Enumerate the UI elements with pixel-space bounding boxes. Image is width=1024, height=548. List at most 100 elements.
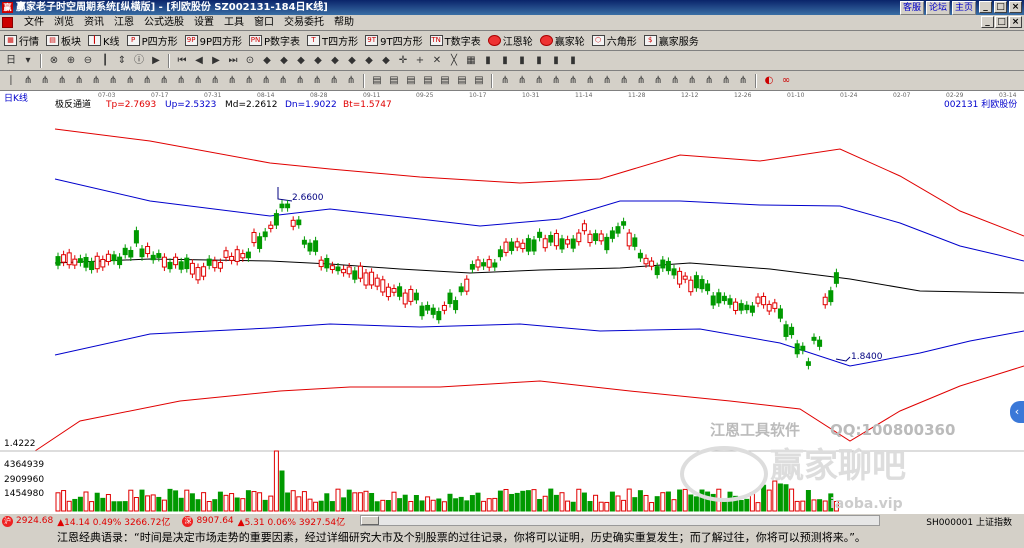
- mdi-maximize-button[interactable]: □: [995, 16, 1008, 28]
- menu-formula[interactable]: 公式选股: [139, 16, 189, 30]
- fan-icon[interactable]: ⋔: [225, 74, 239, 88]
- document-icon[interactable]: [2, 17, 13, 28]
- kline-chart[interactable]: 07-03 07-17 07-31 08-14 08-28 09-11 09-25 10-17…: [0, 91, 1024, 513]
- table-icon[interactable]: ▤: [387, 74, 401, 88]
- fan-icon[interactable]: ⋔: [617, 74, 631, 88]
- minimize-button[interactable]: _: [979, 1, 992, 13]
- first-icon[interactable]: ⏮: [175, 54, 189, 68]
- side-arrow-icon[interactable]: ‹: [1010, 401, 1024, 423]
- menu-tools[interactable]: 工具: [219, 16, 249, 30]
- close-button[interactable]: ×: [1009, 1, 1022, 13]
- link-service[interactable]: 客服: [899, 1, 924, 15]
- table-icon[interactable]: ▤: [438, 74, 452, 88]
- toolbar-p-table-button[interactable]: PN P数字表: [249, 33, 300, 48]
- close-icon[interactable]: ✕: [430, 54, 444, 68]
- fan-icon[interactable]: ⋔: [276, 74, 290, 88]
- toolbar-winner-wheel-button[interactable]: 赢家轮: [539, 33, 585, 48]
- diamond-icon[interactable]: ◆: [294, 54, 308, 68]
- fan-icon[interactable]: ⋔: [327, 74, 341, 88]
- chart-scrollbar[interactable]: [360, 515, 880, 526]
- arrow-icon[interactable]: ▶: [149, 54, 163, 68]
- fan-icon[interactable]: ⋔: [532, 74, 546, 88]
- fan-icon[interactable]: ⋔: [208, 74, 222, 88]
- toolbar-9t-square-button[interactable]: 9T 9T四方形: [365, 33, 423, 48]
- fan-icon[interactable]: ⋔: [310, 74, 324, 88]
- fan-icon[interactable]: ⋔: [157, 74, 171, 88]
- fan-icon[interactable]: ⋔: [242, 74, 256, 88]
- toolbar-p-square-button[interactable]: P P四方形: [126, 33, 178, 48]
- grid-icon[interactable]: ▦: [464, 54, 478, 68]
- candle-icon[interactable]: ┃: [98, 54, 112, 68]
- fan-icon[interactable]: ⋔: [668, 74, 682, 88]
- menu-window[interactable]: 窗口: [249, 16, 279, 30]
- fan-icon[interactable]: ⋔: [21, 74, 35, 88]
- fan-icon[interactable]: ⋔: [72, 74, 86, 88]
- fan-icon[interactable]: ⋔: [719, 74, 733, 88]
- link-home[interactable]: 主页: [951, 1, 976, 15]
- table-icon[interactable]: ▤: [404, 74, 418, 88]
- fan-icon[interactable]: ⋔: [651, 74, 665, 88]
- link-forum[interactable]: 论坛: [925, 1, 950, 15]
- toolbar-market-button[interactable]: ▦ 行情: [4, 33, 39, 48]
- toolbar-blocks-button[interactable]: ▤ 板块: [46, 33, 81, 48]
- diamond-icon[interactable]: ◆: [311, 54, 325, 68]
- next-icon[interactable]: ▶: [209, 54, 223, 68]
- fan-icon[interactable]: ⋔: [549, 74, 563, 88]
- fan-icon[interactable]: ⋔: [106, 74, 120, 88]
- bar-icon[interactable]: ▮: [481, 54, 495, 68]
- mdi-minimize-button[interactable]: _: [981, 16, 994, 28]
- fan-icon[interactable]: ⋔: [566, 74, 580, 88]
- table-icon[interactable]: ▤: [421, 74, 435, 88]
- toolbar-hexagon-button[interactable]: ⬡ 六角形: [591, 33, 637, 48]
- bar-icon[interactable]: ▮: [566, 54, 580, 68]
- up-down-icon[interactable]: ⇕: [115, 54, 129, 68]
- bar-icon[interactable]: ▮: [515, 54, 529, 68]
- info-icon[interactable]: ⓘ: [132, 54, 146, 68]
- infinity-icon[interactable]: ∞: [779, 74, 793, 88]
- maximize-button[interactable]: □: [994, 1, 1007, 13]
- table-icon[interactable]: ▤: [370, 74, 384, 88]
- menu-news[interactable]: 资讯: [79, 16, 109, 30]
- pie-icon[interactable]: ◐: [762, 74, 776, 88]
- fan-icon[interactable]: ⋔: [634, 74, 648, 88]
- menu-settings[interactable]: 设置: [189, 16, 219, 30]
- fan-icon[interactable]: ⋔: [89, 74, 103, 88]
- bar-icon[interactable]: ▮: [498, 54, 512, 68]
- toolbar-t-square-button[interactable]: T T四方形: [307, 33, 358, 48]
- crosshair-icon[interactable]: ✛: [396, 54, 410, 68]
- menu-gann[interactable]: 江恩: [109, 16, 139, 30]
- fan-icon[interactable]: ⋔: [685, 74, 699, 88]
- fan-icon[interactable]: ⋔: [174, 74, 188, 88]
- fan-icon[interactable]: ⋔: [498, 74, 512, 88]
- fan-icon[interactable]: ⋔: [736, 74, 750, 88]
- diamond-icon[interactable]: ◆: [277, 54, 291, 68]
- mdi-close-button[interactable]: ×: [1009, 16, 1022, 28]
- menu-trade[interactable]: 交易委托: [279, 16, 329, 30]
- index-code[interactable]: SH000001 上证指数: [926, 515, 1012, 528]
- period-select[interactable]: 日: [4, 54, 18, 68]
- fan-icon[interactable]: ⋔: [702, 74, 716, 88]
- target-icon[interactable]: ⊙: [243, 54, 257, 68]
- menu-help[interactable]: 帮助: [329, 16, 359, 30]
- diamond-icon[interactable]: ◆: [328, 54, 342, 68]
- zoom-out-icon[interactable]: ⊖: [81, 54, 95, 68]
- fan-icon[interactable]: ⋔: [38, 74, 52, 88]
- toolbar-t-table-button[interactable]: TN T数字表: [429, 33, 481, 48]
- prev-icon[interactable]: ◀: [192, 54, 206, 68]
- diamond-icon[interactable]: ◆: [260, 54, 274, 68]
- fan-icon[interactable]: ⋔: [123, 74, 137, 88]
- toolbar-service-button[interactable]: $ 赢家服务: [643, 33, 699, 48]
- toolbar-9p-square-button[interactable]: 9P 9P四方形: [184, 33, 242, 48]
- zoom-in-icon[interactable]: ⊕: [64, 54, 78, 68]
- last-icon[interactable]: ⏭: [226, 54, 240, 68]
- cross-icon[interactable]: ╳: [447, 54, 461, 68]
- toolbar-gann-wheel-button[interactable]: 江恩轮: [487, 33, 533, 48]
- chevron-down-icon[interactable]: ▾: [21, 54, 35, 68]
- fan-icon[interactable]: ⋔: [191, 74, 205, 88]
- bar-icon[interactable]: ▮: [549, 54, 563, 68]
- fan-icon[interactable]: ⋔: [600, 74, 614, 88]
- fan-icon[interactable]: ⋔: [140, 74, 154, 88]
- fan-icon[interactable]: ⋔: [55, 74, 69, 88]
- scroll-thumb[interactable]: [361, 516, 379, 525]
- table-icon[interactable]: ▤: [455, 74, 469, 88]
